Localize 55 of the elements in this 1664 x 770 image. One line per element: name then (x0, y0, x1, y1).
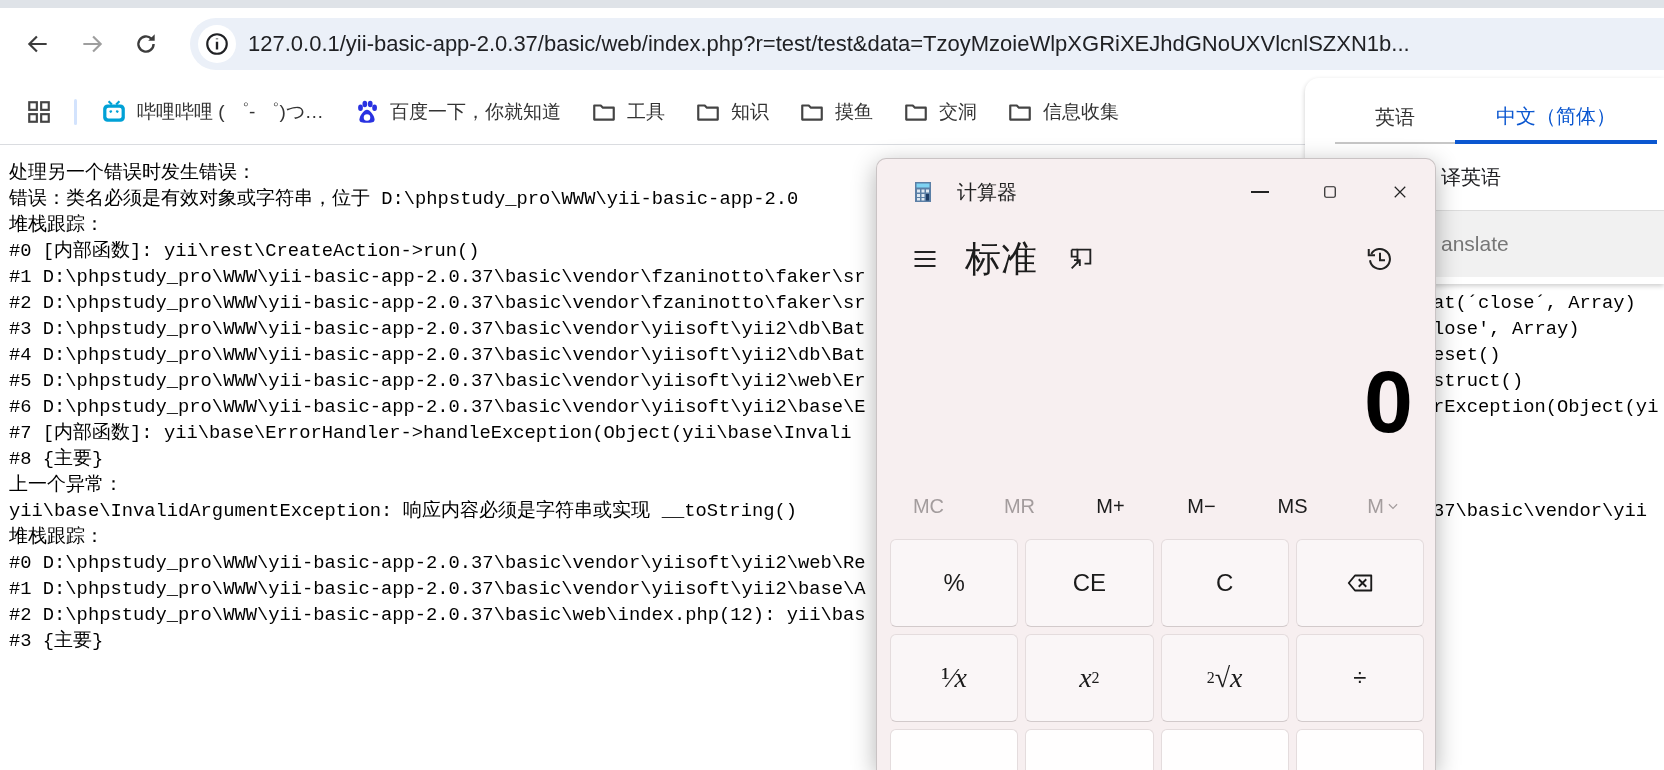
error-line: yii\base\InvalidArgumentException: 响应内容必须是字符串或实现 __toString() (9, 500, 797, 522)
bookmark-link[interactable]: 哔哩哔哩 ( ゜- ゜)つ… (99, 95, 326, 129)
calculator-key[interactable]: ¹⁄x (890, 634, 1019, 722)
error-line: #3 D:\phpstudy_pro\WWW\yii-basic-app-2.0.37\basic\vendor\yiisoft\yii2\db\Bat (9, 318, 866, 340)
error-line: 错误：类名必须是有效对象或字符串，位于 D:\phpstudy_pro\WWW\yii-basic-app-2.0 (9, 188, 799, 210)
memory-button[interactable]: M− (1166, 486, 1237, 526)
error-line: 堆栈跟踪： (9, 526, 104, 548)
error-line: #0 D:\phpstudy_pro\WWW\yii-basic-app-2.0.37\basic\vendor\yiisoft\yii2\web\Re (9, 552, 866, 574)
error-line: 37\basic\vendor\yii (1433, 499, 1648, 524)
error-line: #0 [内部函数]: yii\rest\CreateAction->run() (9, 240, 480, 262)
error-line: #3 {主要} (9, 630, 104, 652)
error-line: #7 [内部函数]: yii\base\ErrorHandler->handleException(Object(yii\base\Invali (9, 422, 852, 444)
address-bar[interactable]: 127.0.0.1/yii-basic-app-2.0.37/basic/web/index.php?r=test/test&data=TzoyMzoieWlpXGRiXEJhdGNoUXVlcnlSZXN1b... (190, 18, 1664, 70)
calculator-key[interactable]: % (890, 539, 1019, 627)
calculator-key[interactable]: $^{2}$√x (1160, 634, 1289, 722)
error-line: 堆栈跟踪： (9, 214, 104, 236)
bookmark-link[interactable]: 摸鱼 (796, 95, 875, 129)
calculator-key[interactable]: ÷ (1295, 634, 1424, 722)
calculator-key[interactable] (1295, 539, 1424, 627)
error-line: #1 D:\phpstudy_pro\WWW\yii-basic-app-2.0.37\basic\vendor\fzaninotto\faker\sr (9, 266, 866, 288)
mode-title: 标准 (965, 236, 1037, 281)
error-line: 处理另一个错误时发生错误： (9, 162, 256, 184)
calculator-key[interactable]: CE (1025, 539, 1154, 627)
error-line: at(´close´, Array) (1433, 291, 1636, 316)
error-line: #6 D:\phpstudy_pro\WWW\yii-basic-app-2.0.37\basic\vendor\yiisoft\yii2\base\E (9, 396, 866, 418)
calculator-key[interactable]: C (1160, 539, 1289, 627)
bookmark-link[interactable]: 知识 (692, 95, 771, 129)
translate-action[interactable]: anslate (1441, 232, 1509, 256)
error-line: lose', Array) (1433, 317, 1580, 342)
language-tab[interactable]: 中文（简体） (1455, 92, 1657, 144)
minimize-icon (1251, 191, 1269, 193)
error-line: #8 {主要} (9, 448, 104, 470)
window-title: 计算器 (957, 179, 1018, 205)
maximize-icon (1321, 183, 1339, 201)
tv-icon (101, 99, 127, 125)
error-line: rException(Object(yi (1433, 395, 1659, 420)
info-icon[interactable] (198, 25, 236, 63)
language-tab[interactable]: 英语 (1335, 92, 1455, 144)
calculator-key[interactable]: x$^{2}$ (1025, 634, 1154, 722)
bookmark-link[interactable]: 百度一下，你就知道 (351, 95, 563, 129)
error-line: #2 D:\phpstudy_pro\WWW\yii-basic-app-2.0.37\basic\web\index.php(12): yii\bas (9, 604, 866, 626)
error-line: #4 D:\phpstudy_pro\WWW\yii-basic-app-2.0.37\basic\vendor\yiisoft\yii2\db\Bat (9, 344, 866, 366)
error-line: #2 D:\phpstudy_pro\WWW\yii-basic-app-2.0.37\basic\vendor\fzaninotto\faker\sr (9, 292, 866, 314)
error-line: struct() (1433, 369, 1524, 394)
translate-option[interactable]: 译英语 (1441, 162, 1501, 192)
error-line: #5 D:\phpstudy_pro\WWW\yii-basic-app-2.0.37\basic\vendor\yiisoft\yii2\web\Er (9, 370, 866, 392)
error-line: 上一个异常： (9, 474, 123, 496)
bookmark-link[interactable]: 工具 (588, 95, 667, 129)
error-line: #1 D:\phpstudy_pro\WWW\yii-basic-app-2.0.37\basic\vendor\yiisoft\yii2\base\A (9, 578, 866, 600)
display-value: 0 (1364, 358, 1413, 446)
bookmark-link[interactable]: 交洞 (900, 95, 979, 129)
memory-button[interactable]: MS (1257, 486, 1328, 526)
bookmark-link[interactable]: 信息收集 (1004, 95, 1121, 129)
apps-icon[interactable] (26, 99, 52, 125)
memory-button[interactable]: M+ (1075, 486, 1146, 526)
